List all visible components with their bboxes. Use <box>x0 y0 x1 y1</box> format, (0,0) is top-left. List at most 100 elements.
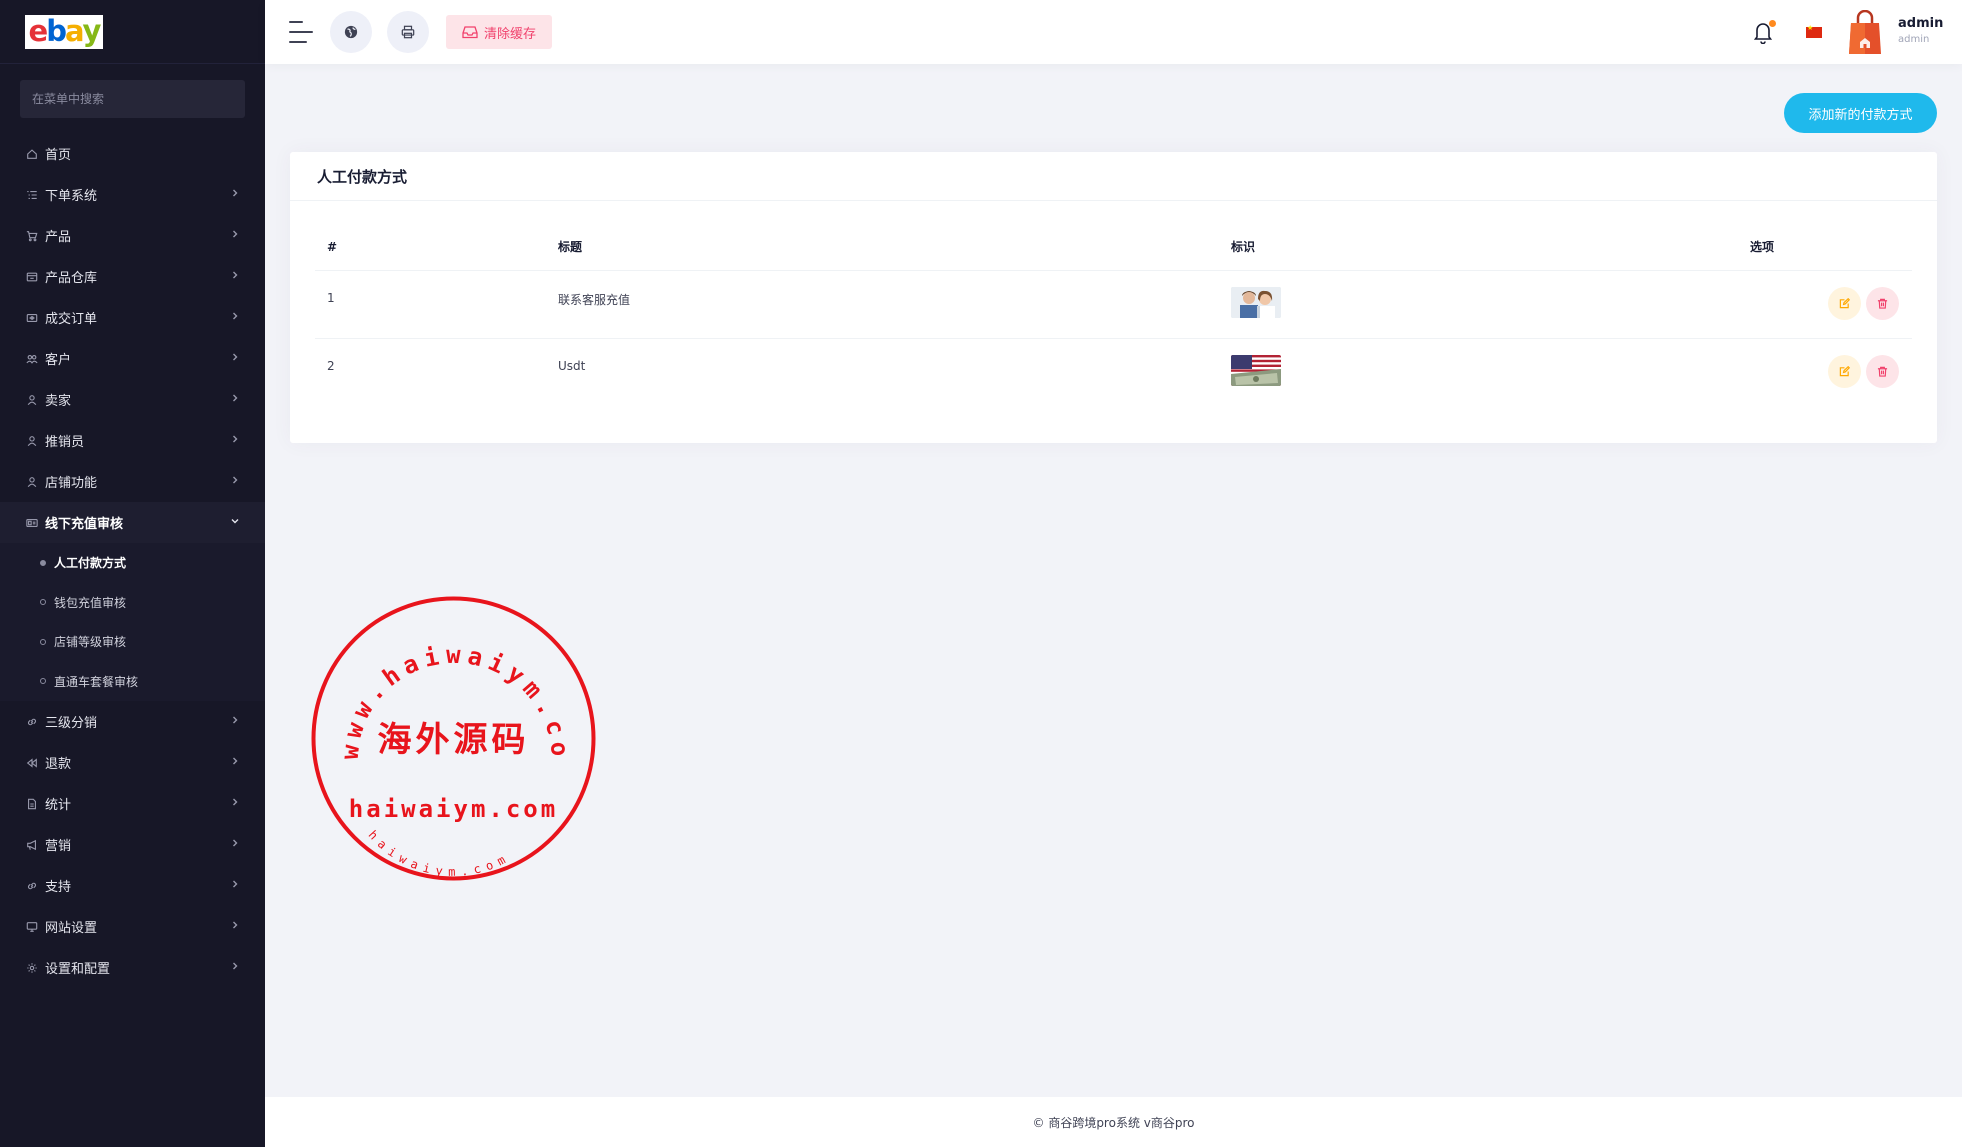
sidebar-item-label: 首页 <box>45 148 72 163</box>
sidebar-subitem-3[interactable]: 直通车套餐审核 <box>0 662 265 702</box>
sidebar-item-label: 成交订单 <box>45 312 98 327</box>
sidebar-item-6[interactable]: 卖家 <box>0 379 265 420</box>
bullet-icon <box>40 559 46 566</box>
link-icon <box>25 715 39 729</box>
logo-area: ebay <box>0 0 265 64</box>
edit-icon <box>1839 298 1850 309</box>
chevron-right-icon <box>230 838 240 851</box>
sidebar-item-15[interactable]: 网站设置 <box>0 906 265 947</box>
sidebar-item-label: 店铺功能 <box>45 476 98 491</box>
sidebar-item-label: 推销员 <box>45 435 85 450</box>
sidebar-item-label: 三级分销 <box>45 716 98 731</box>
svg-text:haiwaiym.com: haiwaiym.com <box>366 828 513 879</box>
user-role: admin <box>1898 34 1930 45</box>
china-flag-icon[interactable] <box>1806 24 1822 38</box>
print-button[interactable] <box>387 11 429 53</box>
sidebar-subitem-0[interactable]: 人工付款方式 <box>0 543 265 583</box>
ebay-logo[interactable]: ebay <box>25 14 103 49</box>
notification-button[interactable] <box>1752 20 1776 45</box>
sidebar-item-label: 网站设置 <box>45 921 98 936</box>
globe-button[interactable] <box>330 11 372 53</box>
footer: © 商谷跨境pro系统 v商谷pro <box>265 1097 1962 1147</box>
chevron-right-icon <box>230 393 240 406</box>
sidebar-item-label: 支持 <box>45 880 72 895</box>
stamp-domain-text: haiwaiym.com <box>349 795 558 823</box>
shopping-bag-icon <box>1849 9 1881 54</box>
column-header-index: # <box>327 239 338 254</box>
sidebar-menu: 首页下单系统产品产品仓库成交订单客户卖家推销员店铺功能线下充值审核 人工付款方式钱… <box>0 133 265 988</box>
money-icon <box>25 516 39 530</box>
sidebar-subitem-2[interactable]: 店铺等级审核 <box>0 622 265 662</box>
menu-search-input[interactable] <box>32 92 232 106</box>
edit-icon <box>1839 366 1850 377</box>
sidebar-item-11[interactable]: 退款 <box>0 742 265 783</box>
footer-text: © 商谷跨境pro系统 v商谷pro <box>1032 1115 1195 1130</box>
sidebar-item-4[interactable]: 成交订单 <box>0 297 265 338</box>
bullet-icon <box>40 599 46 606</box>
column-header-options: 选项 <box>1750 240 1775 254</box>
sidebar-item-9[interactable]: 线下充值审核 <box>0 502 265 543</box>
home-icon <box>25 147 39 161</box>
chevron-right-icon <box>230 756 240 769</box>
row-logo <box>1231 339 1750 407</box>
row-index: 1 <box>327 291 335 305</box>
gear-icon <box>25 961 39 975</box>
sidebar-subitem-label: 直通车套餐审核 <box>54 674 139 689</box>
row-actions <box>1828 355 1899 388</box>
sidebar-item-12[interactable]: 统计 <box>0 783 265 824</box>
column-header-logo: 标识 <box>1231 240 1256 254</box>
menu-toggle-icon[interactable] <box>289 21 313 43</box>
stamp-bottom-text: haiwaiym.com <box>366 828 507 879</box>
avatar[interactable] <box>1848 9 1882 55</box>
user-icon <box>25 475 39 489</box>
top-header: 清除缓存 admin admin <box>265 0 1962 64</box>
sidebar-item-8[interactable]: 店铺功能 <box>0 461 265 502</box>
row-title: Usdt <box>558 359 586 373</box>
order-icon <box>25 311 39 325</box>
table-header-row: # 标题 标识 选项 <box>315 223 1912 271</box>
stamp-center-text: 海外源码 <box>378 720 530 760</box>
sidebar-item-16[interactable]: 设置和配置 <box>0 947 265 988</box>
warehouse-icon <box>25 270 39 284</box>
list-icon <box>25 188 39 202</box>
sidebar-item-13[interactable]: 营销 <box>0 824 265 865</box>
edit-button[interactable] <box>1828 287 1861 320</box>
row-logo <box>1231 271 1750 338</box>
delete-button[interactable] <box>1866 287 1899 320</box>
sidebar-item-14[interactable]: 支持 <box>0 865 265 906</box>
chevron-right-icon <box>230 270 240 283</box>
cart-icon <box>25 229 39 243</box>
sidebar-submenu: 人工付款方式钱包充值审核店铺等级审核直通车套餐审核 <box>0 543 265 701</box>
row-title: 联系客服充值 <box>558 293 631 307</box>
sidebar-item-label: 产品 <box>45 230 72 245</box>
payment-methods-card: 人工付款方式 # 标题 标识 选项 1 联系客服充值 2 Usdt <box>290 152 1937 443</box>
user-name[interactable]: admin <box>1898 16 1943 31</box>
watermark-stamp: www.haiwaiym.com 海外源码 haiwaiym.com haiwa… <box>300 573 597 882</box>
sidebar-item-label: 客户 <box>45 353 72 368</box>
trash-icon <box>1877 366 1888 377</box>
sidebar-item-10[interactable]: 三级分销 <box>0 701 265 742</box>
file-icon <box>25 797 39 811</box>
sidebar-subitem-label: 钱包充值审核 <box>54 595 127 610</box>
add-payment-method-button[interactable]: 添加新的付款方式 <box>1784 93 1937 133</box>
row-index: 2 <box>327 359 335 373</box>
sidebar-item-0[interactable]: 首页 <box>0 133 265 174</box>
logo-letter-a: a <box>64 14 85 48</box>
sidebar-item-label: 产品仓库 <box>45 271 98 286</box>
sidebar-item-3[interactable]: 产品仓库 <box>0 256 265 297</box>
chevron-right-icon <box>230 188 240 201</box>
sidebar-item-1[interactable]: 下单系统 <box>0 174 265 215</box>
edit-button[interactable] <box>1828 355 1861 388</box>
sidebar-item-2[interactable]: 产品 <box>0 215 265 256</box>
chevron-down-icon <box>230 516 240 529</box>
sidebar-item-7[interactable]: 推销员 <box>0 420 265 461</box>
delete-button[interactable] <box>1866 355 1899 388</box>
chevron-right-icon <box>230 311 240 324</box>
refund-icon <box>25 756 39 770</box>
sidebar-item-5[interactable]: 客户 <box>0 338 265 379</box>
clear-cache-button[interactable]: 清除缓存 <box>446 15 553 49</box>
sidebar-item-label: 卖家 <box>45 394 72 409</box>
sidebar-subitem-1[interactable]: 钱包充值审核 <box>0 583 265 623</box>
notification-badge <box>1769 20 1776 27</box>
trash-icon <box>1877 298 1888 309</box>
